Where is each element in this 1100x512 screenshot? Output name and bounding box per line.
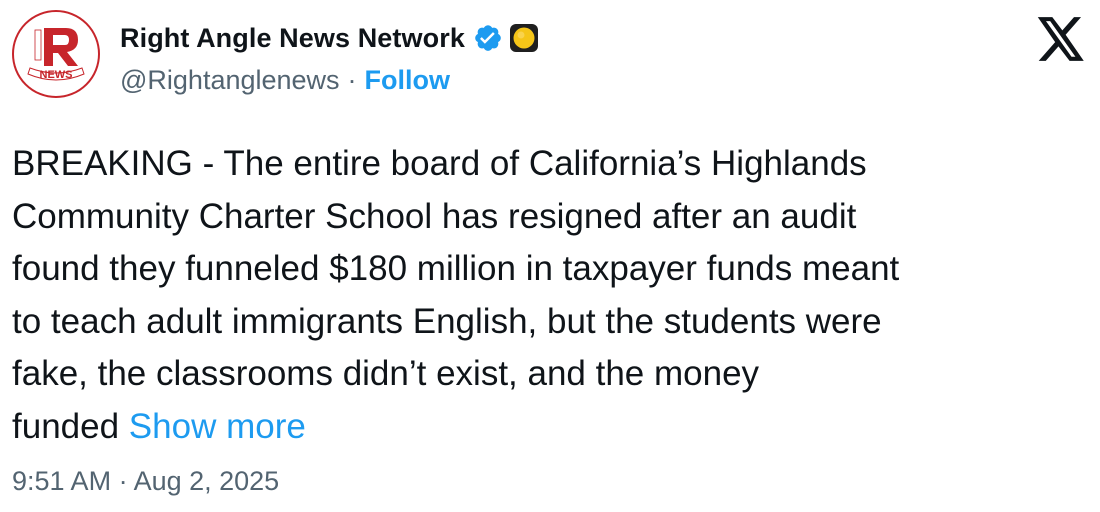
handle-row: @Rightanglenews · Follow [120, 60, 920, 100]
separator-dot: · [347, 64, 357, 95]
name-row: Right Angle News Network [120, 18, 920, 58]
tweet-body: BREAKING - The entire board of Californi… [12, 144, 900, 446]
right-angle-news-logo-icon: NEWS [16, 14, 96, 94]
avatar[interactable]: NEWS [12, 10, 100, 98]
author-handle[interactable]: @Rightanglenews [120, 65, 340, 96]
show-more-link[interactable]: Show more [129, 407, 306, 446]
svg-text:NEWS: NEWS [40, 69, 73, 81]
yellow-circle-emoji-icon [509, 23, 539, 53]
tweet-timestamp[interactable]: 9:51 AM · Aug 2, 2025 [12, 466, 279, 497]
tweet-header: Right Angle News Network @Rightanglenews… [120, 18, 920, 102]
tweet-text: BREAKING - The entire board of Californi… [12, 138, 1082, 453]
follow-button[interactable]: Follow [365, 65, 450, 96]
verified-badge-icon [473, 23, 503, 53]
tweet-card: NEWS Right Angle News Network @Rightangl… [0, 0, 1100, 512]
author-display-name[interactable]: Right Angle News Network [120, 23, 465, 54]
x-logo-icon[interactable] [1036, 16, 1086, 62]
